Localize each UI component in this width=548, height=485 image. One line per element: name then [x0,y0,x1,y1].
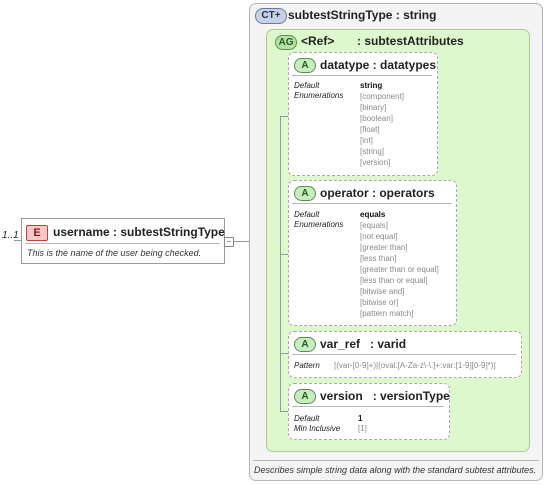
divider [292,203,451,204]
enumeration-value: [pattern match] [360,309,414,318]
enumeration-value: [int] [360,136,373,145]
tree-branch [280,254,288,255]
enumerations-label: Enumerations [294,91,344,100]
collapse-icon[interactable]: − [224,237,234,247]
element-badge: E [26,225,48,241]
plus-icon: + [274,10,281,21]
element-title: username : subtestStringType [53,225,225,239]
attribute-badge: A [294,186,316,201]
attribute-version[interactable]: A version : versionType Default Min Incl… [288,383,450,440]
enumeration-value: [component] [360,92,405,101]
default-label: Default [294,414,320,423]
attribute-title: datatype : datatypes [320,58,437,72]
enumeration-value: [equals] [360,221,389,230]
enumeration-value: [bitwise or] [360,298,399,307]
attribute-badge: A [294,389,316,404]
tree-branch [280,116,288,117]
divider [253,460,539,461]
attribute-title: var_ref : varid [320,337,407,351]
complex-type-title: subtestStringType : string [288,8,437,22]
default-label: Default [294,210,320,219]
element-description: This is the name of the user being check… [27,248,202,258]
enumeration-value: [boolean] [360,114,393,123]
attribute-badge: A [294,337,316,352]
tree-branch [280,411,288,412]
attribute-title: version : versionType [320,389,450,403]
enumeration-value: [float] [360,125,380,134]
divider [292,75,432,76]
connector-line [14,240,21,241]
tree-line [280,116,281,412]
attribute-badge: A [294,58,316,73]
divider [292,406,444,407]
enumeration-value: [less than] [360,254,397,263]
enumeration-value: [greater than or equal] [360,265,439,274]
pattern-value: [(var-[0-9]+)|(oval:[A-Za-z\-\.]+:var:[1… [334,361,496,370]
default-value: string [360,81,383,90]
enumeration-value: [binary] [360,103,387,112]
default-label: Default [294,81,320,90]
enumeration-value: [less than or equal] [360,276,428,285]
complex-type-description: Describes simple string data along with … [254,465,537,475]
default-value: equals [360,210,386,219]
element-username[interactable]: E username : subtestStringType This is t… [21,218,225,264]
enumeration-value: [version] [360,158,391,167]
divider [25,243,219,244]
min-inclusive-value: [1] [358,424,367,433]
attribute-group-badge: AG [275,35,297,50]
min-inclusive-label: Min Inclusive [294,424,341,433]
enumerations-label: Enumerations [294,220,344,229]
divider [292,354,516,355]
complex-type-badge: CT+ [255,8,287,24]
pattern-label: Pattern [294,361,320,370]
attribute-title: operator : operators [320,186,435,200]
attribute-datatype[interactable]: A datatype : datatypes Default Enumerati… [288,52,438,176]
enumeration-value: [string] [360,147,385,156]
attribute-var-ref[interactable]: A var_ref : varid Pattern [(var-[0-9]+)|… [288,331,522,378]
enumeration-value: [greater than] [360,243,408,252]
attribute-operator[interactable]: A operator : operators Default Enumerati… [288,180,457,326]
attribute-group-ref: <Ref> [301,34,335,48]
attribute-group-title: : subtestAttributes [357,34,464,48]
enumeration-value: [bitwise and] [360,287,405,296]
tree-branch [280,353,288,354]
enumeration-value: [not equal] [360,232,398,241]
